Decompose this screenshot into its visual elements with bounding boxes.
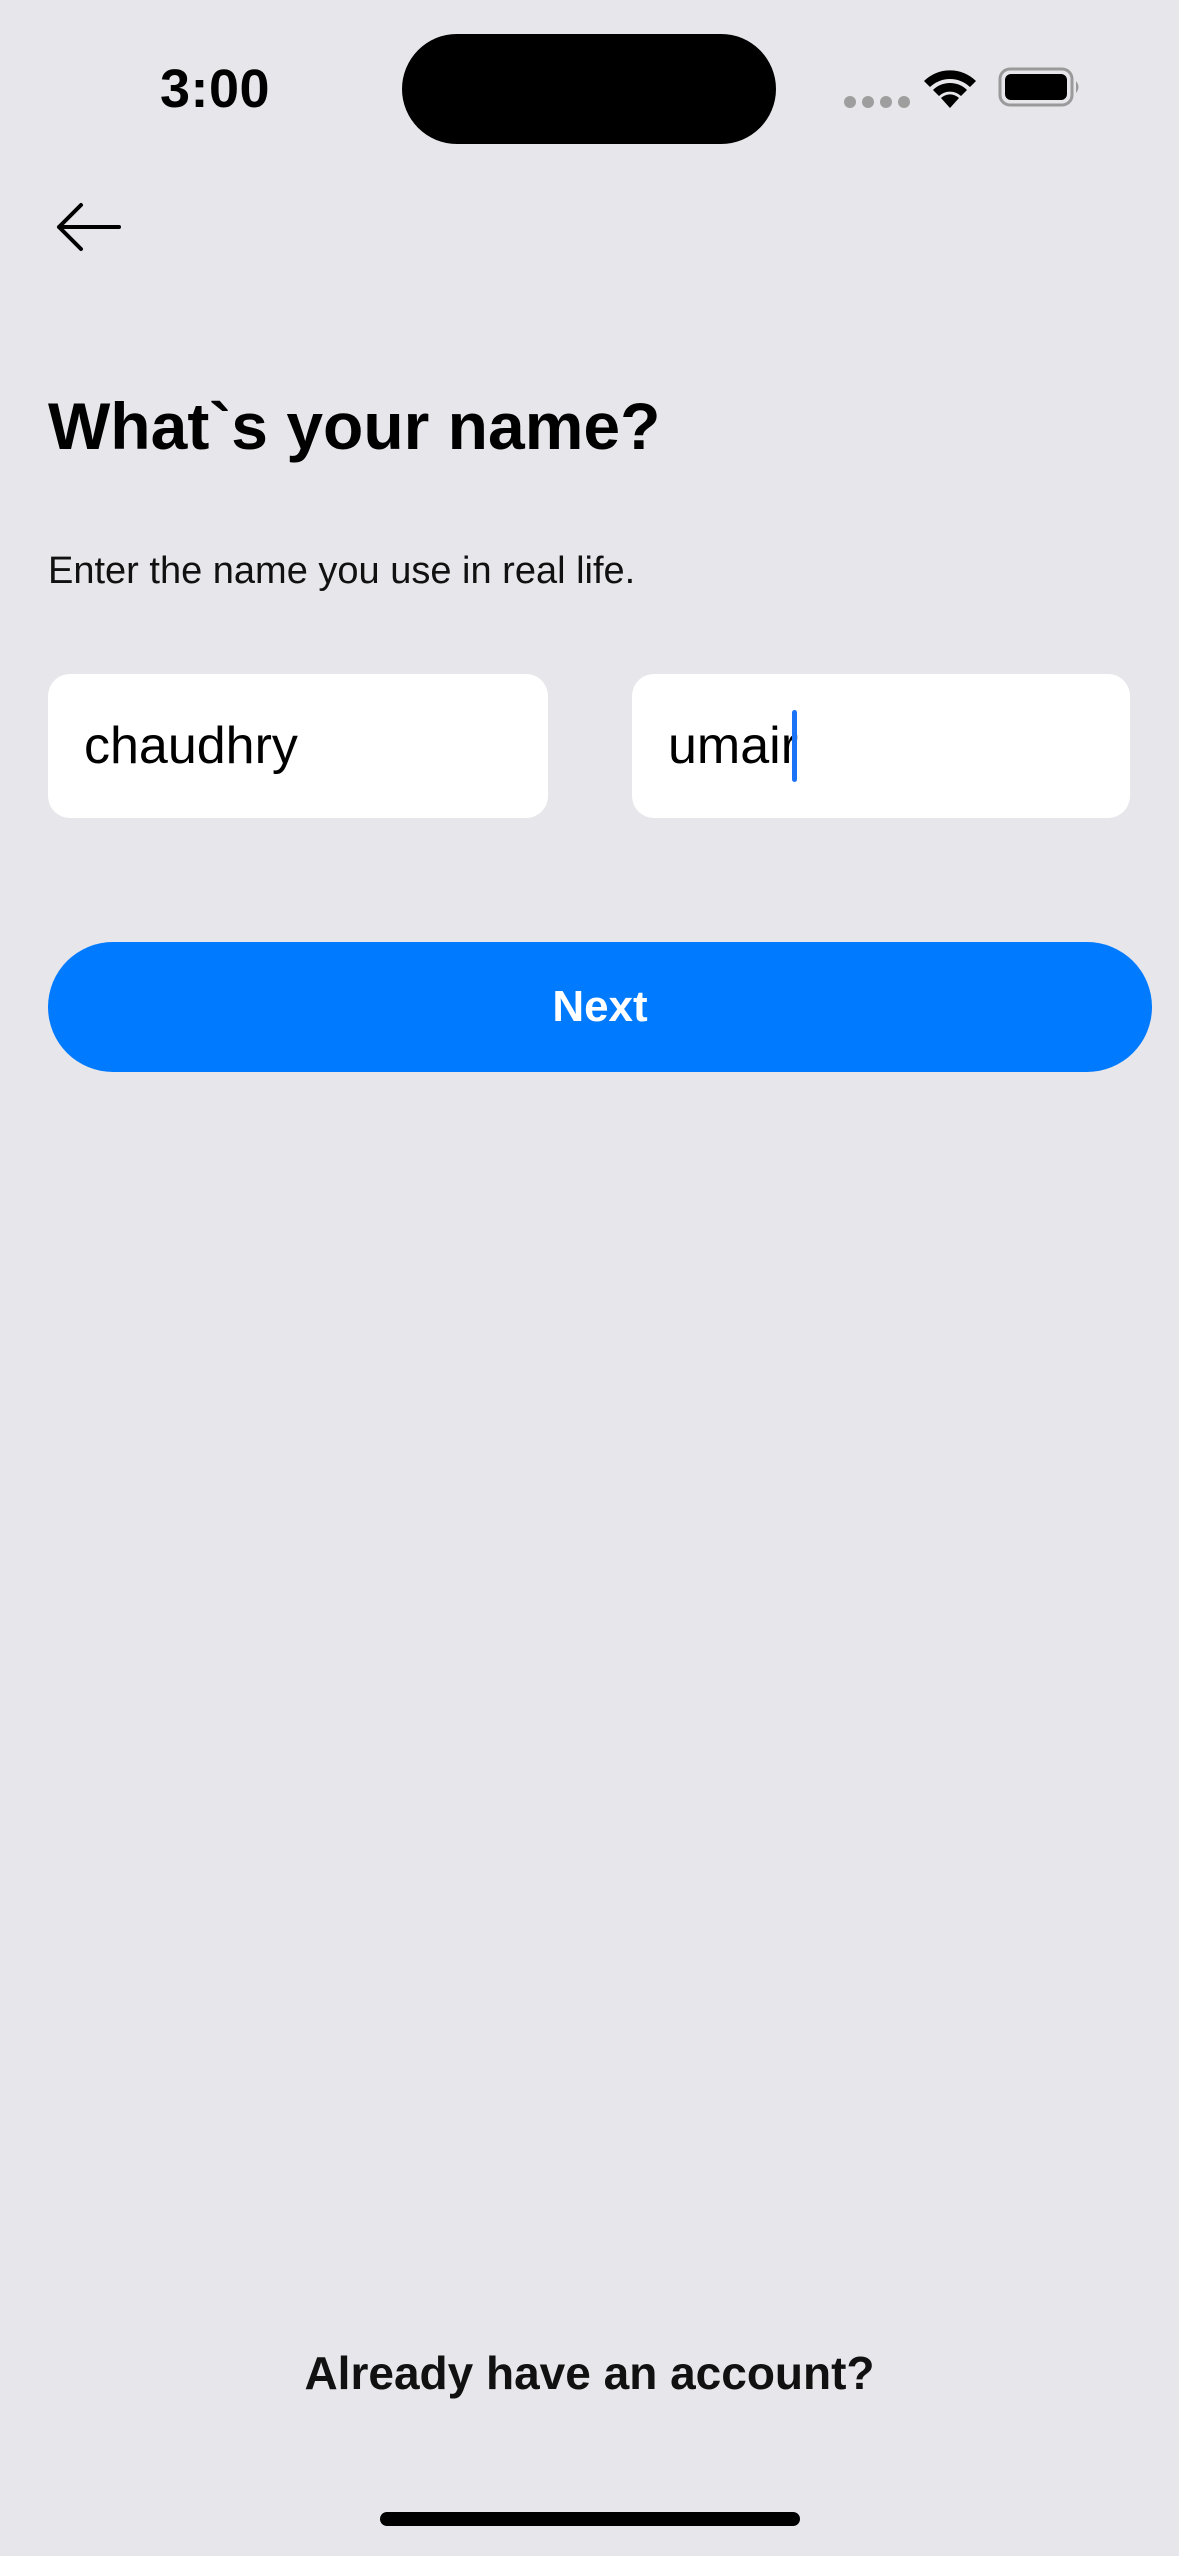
status-time: 3:00 <box>160 59 271 119</box>
arrow-left-icon <box>57 203 121 251</box>
already-have-account-link[interactable]: Already have an account? <box>0 2346 1179 2400</box>
dynamic-island <box>402 34 776 144</box>
page-subtitle: Enter the name you use in real life. <box>48 550 636 592</box>
back-button[interactable] <box>48 192 128 262</box>
page-title: What`s your name? <box>48 389 661 463</box>
signal-dots-icon <box>844 96 910 108</box>
next-button[interactable]: Next <box>48 942 1152 1072</box>
home-indicator <box>380 2512 800 2526</box>
wifi-icon <box>924 70 976 108</box>
first-name-input[interactable] <box>48 674 548 818</box>
battery-icon <box>998 67 1079 107</box>
last-name-input[interactable] <box>632 674 1130 818</box>
text-cursor <box>792 710 797 782</box>
